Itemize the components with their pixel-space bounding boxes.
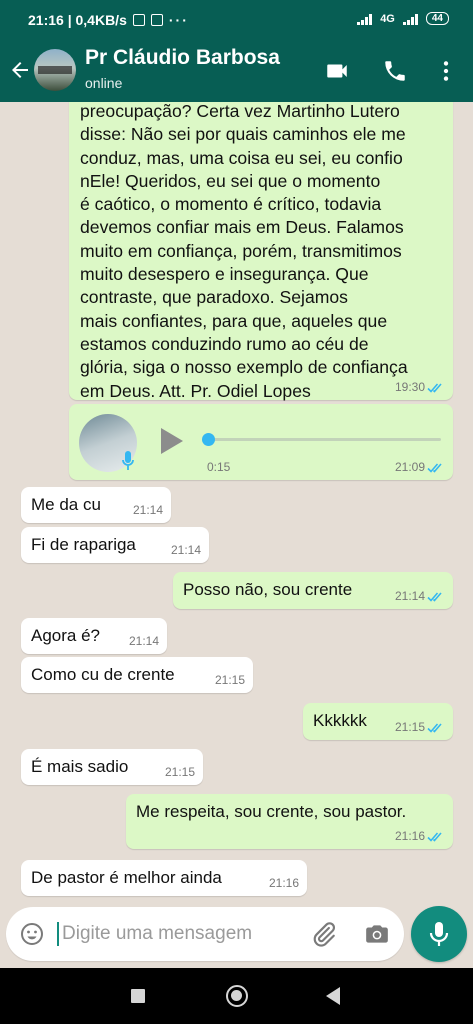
message-incoming[interactable]: Como cu de crente 21:15	[21, 657, 253, 693]
message-text: Me respeita, sou crente, sou pastor.	[136, 802, 407, 821]
message-time: 21:09	[394, 460, 425, 474]
message-line: conduz, mas, uma coisa eu sei, eu confio	[80, 147, 403, 168]
chat-area[interactable]: preocupação? Certa vez Martinho Lutero d…	[0, 102, 473, 902]
message-time: 21:15	[394, 720, 425, 734]
message-text: Me da cu	[31, 495, 101, 514]
upload-notification-icon	[132, 14, 145, 26]
message-text: Fi de rapariga	[31, 535, 136, 554]
message-outgoing[interactable]: Me respeita, sou crente, sou pastor. 21:…	[126, 794, 453, 849]
camera-icon[interactable]	[364, 921, 390, 947]
message-text: É mais sadio	[31, 757, 129, 776]
message-line: glória, siga o nosso exemplo de confianç…	[80, 357, 408, 378]
signal-icon	[357, 13, 373, 25]
audio-progress-track[interactable]	[206, 438, 441, 441]
message-time: 21:16	[394, 829, 425, 843]
message-text: Como cu de crente	[31, 665, 175, 684]
message-line: mais confiantes, para que, aqueles que	[80, 310, 388, 331]
video-call-icon[interactable]	[324, 58, 350, 84]
message-incoming[interactable]: É mais sadio 21:15	[21, 749, 203, 785]
system-nav-bar	[0, 968, 473, 1024]
message-input[interactable]	[62, 921, 302, 947]
message-line: estamos conduzindo rumo ao céu de	[80, 333, 369, 354]
emoji-icon[interactable]	[20, 922, 44, 946]
arrow-left-icon[interactable]	[8, 58, 32, 82]
voice-duration: 0:15	[207, 460, 231, 474]
back-button[interactable]	[326, 987, 340, 1005]
message-time: 21:14	[170, 543, 201, 557]
voice-record-button[interactable]	[411, 906, 467, 962]
chat-header: Pr Cláudio Barbosa online	[0, 40, 473, 102]
battery-level: 44	[425, 12, 449, 25]
more-vertical-icon[interactable]	[433, 58, 459, 84]
message-outgoing[interactable]: preocupação? Certa vez Martinho Lutero d…	[69, 102, 453, 403]
play-icon[interactable]	[161, 428, 183, 454]
message-time: 21:14	[128, 634, 159, 648]
message-line: muito em confiança, porém, transmitimos	[80, 240, 402, 261]
double-check-icon	[427, 592, 442, 602]
message-text: Agora é?	[31, 626, 100, 645]
message-text: De pastor é melhor ainda	[31, 868, 222, 887]
message-time: 21:14	[394, 589, 425, 603]
home-button[interactable]	[226, 985, 248, 1007]
recents-button[interactable]	[131, 989, 145, 1003]
contact-status: online	[85, 75, 123, 91]
double-check-icon	[427, 383, 442, 393]
double-check-icon	[427, 723, 442, 733]
avatar[interactable]	[34, 49, 76, 91]
message-line: muito desespero e insegurança. Que	[80, 264, 369, 285]
more-notifications-icon: ···	[168, 12, 189, 28]
microphone-icon	[429, 922, 449, 946]
message-line: disse: Não sei por quais caminhos ele me	[80, 124, 406, 145]
status-bar: 21:16 | 0,4KB/s ··· 4G 44	[0, 0, 473, 40]
message-line: em Deus. Att. Pr. Odiel Lopes	[80, 380, 311, 401]
voice-message[interactable]: 0:15 21:09	[69, 404, 453, 480]
message-time: 21:15	[164, 765, 195, 779]
message-text: Kkkkkk	[313, 711, 367, 730]
double-check-icon	[427, 832, 442, 842]
text-caret	[57, 922, 59, 946]
message-incoming[interactable]: Me da cu 21:14	[21, 487, 171, 523]
message-notification-icon	[150, 14, 163, 26]
message-text: preocupação? Certa vez Martinho Lutero d…	[80, 102, 446, 403]
message-incoming[interactable]: De pastor é melhor ainda 21:16	[21, 860, 307, 896]
audio-seek-handle[interactable]	[202, 433, 215, 446]
message-incoming[interactable]: Fi de rapariga 21:14	[21, 527, 209, 563]
microphone-icon	[122, 451, 134, 470]
message-line: preocupação? Certa vez Martinho Lutero	[80, 102, 400, 121]
status-time: 21:16 | 0,4KB/s	[28, 12, 127, 28]
message-time: 19:30	[394, 380, 425, 394]
phone-icon[interactable]	[382, 58, 408, 84]
message-incoming[interactable]: Agora é? 21:14	[21, 618, 167, 654]
paperclip-icon[interactable]	[311, 921, 337, 947]
message-time: 21:14	[132, 503, 163, 517]
composer	[0, 902, 473, 968]
message-outgoing[interactable]: Posso não, sou crente 21:14	[173, 572, 453, 609]
message-input-box[interactable]	[6, 907, 404, 961]
message-time: 21:15	[214, 673, 245, 687]
signal-icon-2	[402, 13, 418, 25]
network-type: 4G	[380, 12, 395, 25]
message-line: devemos confiar mais em Deus. Falamos	[80, 217, 404, 238]
message-line: é caótico, o momento é crítico, todavia	[80, 194, 382, 215]
message-line: contraste, que paradoxo. Sejamos	[80, 287, 348, 308]
message-text: Posso não, sou crente	[183, 580, 353, 599]
contact-name[interactable]: Pr Cláudio Barbosa	[85, 46, 280, 70]
double-check-icon	[427, 463, 442, 473]
message-time: 21:16	[268, 876, 299, 890]
message-outgoing[interactable]: Kkkkkk 21:15	[303, 703, 453, 740]
message-line: nEle! Queridos, eu sei que o momento	[80, 170, 381, 191]
